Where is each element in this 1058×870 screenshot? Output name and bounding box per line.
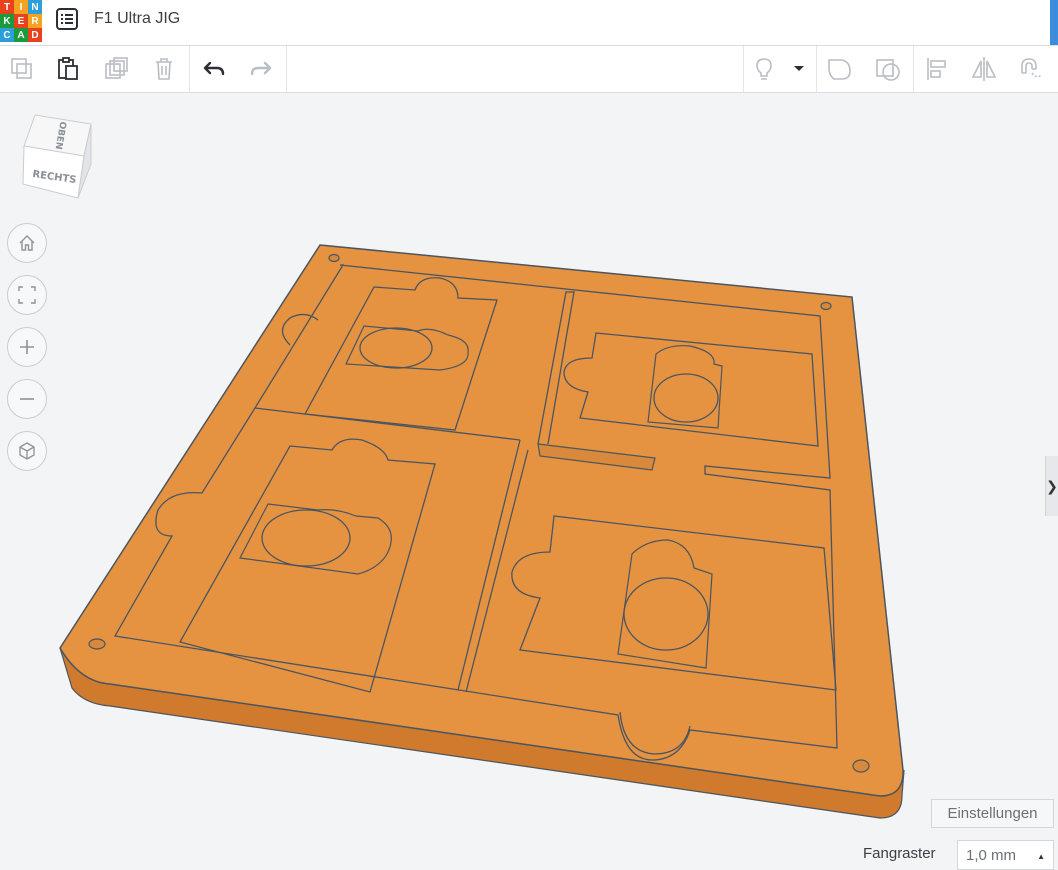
snap-grid-label: Fangraster	[863, 845, 936, 862]
jig-plate-object[interactable]	[59, 244, 905, 819]
undo-icon[interactable]	[198, 53, 230, 85]
settings-button[interactable]: Einstellungen	[931, 799, 1054, 828]
design-list-icon[interactable]	[56, 8, 78, 30]
workplane-3d-view[interactable]	[0, 93, 1058, 870]
copy-icon[interactable]	[6, 53, 38, 85]
group-icon[interactable]	[824, 53, 856, 85]
tinkercad-logo[interactable]: TINKERCAD	[0, 0, 42, 42]
side-panel-toggle[interactable]: ❯	[1045, 456, 1058, 516]
logo-letter: I	[14, 0, 28, 14]
logo-letter: D	[28, 28, 42, 42]
toolbar-separator	[286, 46, 287, 92]
logo-letter: E	[14, 14, 28, 28]
toolbar	[0, 46, 1058, 93]
duplicate-icon[interactable]	[100, 53, 132, 85]
chevron-right-icon: ❯	[1046, 477, 1058, 494]
logo-letter: N	[28, 0, 42, 14]
logo-letter: T	[0, 0, 14, 14]
redo-icon[interactable]	[245, 53, 277, 85]
magnet-icon[interactable]	[1014, 53, 1046, 85]
toolbar-separator	[743, 46, 744, 92]
design-title[interactable]: F1 Ultra JIG	[94, 10, 180, 28]
lightbulb-icon[interactable]	[748, 53, 780, 85]
align-icon[interactable]	[921, 53, 953, 85]
toolbar-separator	[816, 46, 817, 92]
paste-icon[interactable]	[52, 53, 84, 85]
top-bar: TINKERCAD F1 Ultra JIG	[0, 0, 1058, 46]
toolbar-separator	[189, 46, 190, 92]
mirror-icon[interactable]	[968, 53, 1000, 85]
caret-up-icon: ▲	[1037, 852, 1045, 861]
logo-letter: A	[14, 28, 28, 42]
logo-letter: C	[0, 28, 14, 42]
delete-icon[interactable]	[148, 53, 180, 85]
top-right-panel-edge[interactable]	[1050, 0, 1058, 45]
logo-letter: R	[28, 14, 42, 28]
snap-grid-select[interactable]: 1,0 mm ▲	[957, 840, 1054, 870]
chevron-down-icon[interactable]	[786, 53, 812, 85]
logo-letter: K	[0, 14, 14, 28]
snap-grid-value: 1,0 mm	[966, 846, 1017, 864]
ungroup-icon[interactable]	[872, 53, 904, 85]
toolbar-separator	[913, 46, 914, 92]
